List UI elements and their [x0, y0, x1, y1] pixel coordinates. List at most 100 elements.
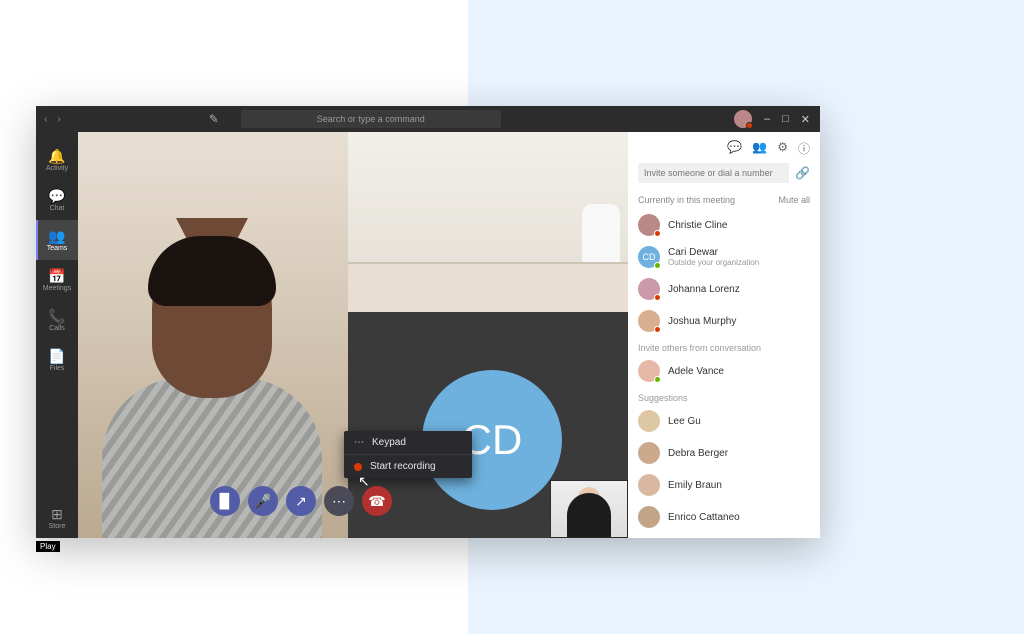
presence-dot — [746, 122, 753, 129]
panel-tabs: 💬 👥 ⚙ ⓘ — [628, 132, 820, 163]
search-input[interactable]: Search or type a command — [241, 110, 501, 128]
teams-app-window: ‹ › ✎ Search or type a command – □ ✕ 🔔 A… — [36, 106, 820, 538]
participant-sub: Outside your organization — [668, 258, 759, 267]
rail-label: Activity — [46, 165, 68, 172]
copy-link-icon[interactable]: 🔗 — [795, 166, 810, 180]
rail-meetings[interactable]: 📅 Meetings — [36, 260, 78, 300]
presence-dot — [654, 376, 661, 383]
chat-icon: 💬 — [48, 189, 65, 203]
rail-label: Meetings — [43, 285, 71, 292]
avatar — [638, 442, 660, 464]
section-label: Invite others from conversation — [628, 337, 820, 355]
menu-label: Start recording — [370, 461, 436, 472]
participant-name: Emily Braun — [668, 480, 722, 491]
info-icon[interactable]: ⓘ — [798, 140, 810, 157]
calendar-icon: 📅 — [48, 269, 65, 283]
titlebar: ‹ › ✎ Search or type a command – □ ✕ — [36, 106, 820, 132]
invite-row: 🔗 — [628, 163, 820, 191]
rail-label: Teams — [47, 245, 68, 252]
presence-dot — [654, 326, 661, 333]
people-tab-icon[interactable]: 👥 — [752, 140, 767, 157]
avatar — [638, 214, 660, 236]
mic-button[interactable]: 🎤 — [248, 486, 278, 516]
participant-row[interactable]: Christie Cline — [628, 209, 820, 241]
share-button[interactable]: ↗ — [286, 486, 316, 516]
rail-files[interactable]: 📄 Files — [36, 340, 78, 380]
avatar — [638, 474, 660, 496]
rail-teams[interactable]: 👥 Teams — [36, 220, 78, 260]
camera-icon: ▉ — [220, 493, 231, 510]
keypad-icon: ⋯ — [354, 437, 364, 448]
participant-row[interactable]: Emily Braun — [628, 469, 820, 501]
rail-store[interactable]: ⊞ Store Play — [36, 498, 78, 538]
avatar: CD — [638, 246, 660, 268]
participant-row[interactable]: CD Cari DewarOutside your organization — [628, 241, 820, 273]
maximize-button[interactable]: □ — [782, 113, 789, 125]
participant-row[interactable]: Enrico Cattaneo — [628, 501, 820, 533]
phone-icon: 📞 — [48, 309, 65, 323]
avatar — [638, 410, 660, 432]
rail-label: Chat — [50, 205, 65, 212]
section-label: Currently in this meeting — [638, 195, 735, 205]
participants-panel: 💬 👥 ⚙ ⓘ 🔗 Currently in this meeting Mute… — [628, 132, 820, 538]
record-icon — [354, 463, 362, 471]
participant-row[interactable]: Debra Berger — [628, 437, 820, 469]
participant-row[interactable]: Lee Gu — [628, 405, 820, 437]
files-icon: 📄 — [48, 349, 65, 363]
more-icon: ⋯ — [332, 493, 346, 510]
participant-name: Enrico Cattaneo — [668, 512, 740, 523]
nav-arrows: ‹ › — [36, 114, 69, 125]
window-controls: – □ ✕ — [734, 110, 820, 128]
participant-row[interactable]: Joshua Murphy — [628, 305, 820, 337]
minimize-button[interactable]: – — [764, 113, 770, 125]
participant-name: Cari Dewar — [668, 247, 759, 258]
rail-activity[interactable]: 🔔 Activity — [36, 140, 78, 180]
search-placeholder: Search or type a command — [317, 114, 425, 124]
camera-button[interactable]: ▉ — [210, 486, 240, 516]
participant-video-secondary — [348, 132, 628, 312]
menu-keypad[interactable]: ⋯ Keypad — [344, 431, 472, 454]
chat-tab-icon[interactable]: 💬 — [727, 140, 742, 157]
presence-dot — [654, 230, 661, 237]
participant-video-main — [78, 132, 348, 538]
hangup-icon: ☎ — [368, 493, 385, 510]
rail-label: Calls — [49, 325, 65, 332]
participant-name: Johanna Lorenz — [668, 284, 740, 295]
avatar — [638, 278, 660, 300]
participant-row[interactable]: Adele Vance — [628, 355, 820, 387]
compose-icon[interactable]: ✎ — [209, 112, 219, 126]
section-label: Suggestions — [628, 387, 820, 405]
profile-avatar[interactable] — [734, 110, 752, 128]
rail-calls[interactable]: 📞 Calls — [36, 300, 78, 340]
menu-label: Keypad — [372, 437, 406, 448]
menu-start-recording[interactable]: Start recording — [344, 454, 472, 478]
current-header: Currently in this meeting Mute all — [628, 191, 820, 209]
participant-name: Joshua Murphy — [668, 316, 736, 327]
play-hint: Play — [36, 541, 60, 552]
back-button[interactable]: ‹ — [44, 114, 47, 125]
rail-chat[interactable]: 💬 Chat — [36, 180, 78, 220]
presence-dot — [654, 262, 661, 269]
forward-button[interactable]: › — [57, 114, 60, 125]
participant-name: Debra Berger — [668, 448, 728, 459]
presence-dot — [654, 294, 661, 301]
participant-row[interactable]: Johanna Lorenz — [628, 273, 820, 305]
participant-name: Adele Vance — [668, 366, 724, 377]
more-button[interactable]: ⋯ — [324, 486, 354, 516]
bell-icon: 🔔 — [48, 149, 65, 163]
more-actions-menu: ⋯ Keypad Start recording — [344, 431, 472, 478]
settings-icon[interactable]: ⚙ — [777, 140, 788, 157]
call-controls: ▉ 🎤 ↗ ⋯ ☎ — [210, 486, 392, 516]
avatar — [638, 506, 660, 528]
mute-all-button[interactable]: Mute all — [778, 195, 810, 205]
invite-input[interactable] — [638, 163, 789, 183]
self-video-preview[interactable] — [550, 480, 628, 538]
avatar — [638, 310, 660, 332]
hangup-button[interactable]: ☎ — [362, 486, 392, 516]
video-stage: CD ⋯ Keypad Start recording ↖ ▉ 🎤 ↗ ⋯ — [78, 132, 628, 538]
teams-icon: 👥 — [48, 229, 65, 243]
share-icon: ↗ — [295, 493, 307, 510]
mic-icon: 🎤 — [254, 493, 271, 510]
participant-list: Christie Cline CD Cari DewarOutside your… — [628, 209, 820, 538]
close-button[interactable]: ✕ — [801, 113, 810, 126]
